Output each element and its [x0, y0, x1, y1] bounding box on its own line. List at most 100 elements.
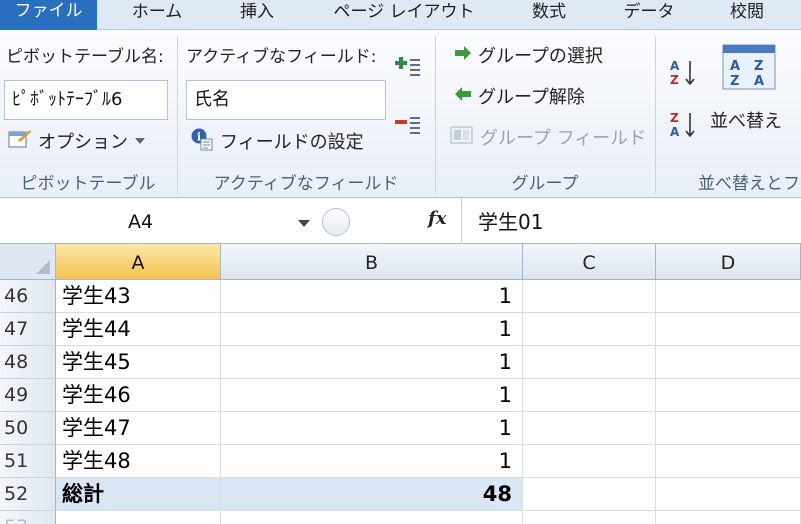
select-all-triangle-icon — [36, 260, 50, 274]
field-settings-label: フィールドの設定 — [220, 132, 364, 153]
tab-data[interactable]: データ — [621, 0, 677, 30]
row-header[interactable]: 48 — [0, 346, 56, 379]
svg-text:A: A — [670, 59, 680, 73]
collapse-field-button[interactable] — [392, 114, 422, 136]
ribbon: ピボットテーブル名: ﾋﾟﾎﾞｯﾄﾃｰﾌﾞﾙ6 オプション ピボットテーブル ア… — [0, 30, 801, 198]
group-field-button[interactable]: グループ フィールド — [450, 122, 646, 152]
row-header[interactable]: 51 — [0, 445, 56, 478]
cell-d[interactable] — [656, 478, 801, 511]
field-settings-icon: i — [190, 127, 214, 156]
expand-field-icon — [395, 57, 420, 76]
cell-a[interactable]: 学生43 — [56, 280, 221, 313]
pivottable-group-label: ピボットテーブル — [20, 174, 156, 194]
row-header[interactable]: 53 — [0, 511, 56, 524]
row-header[interactable]: 46 — [0, 280, 56, 313]
svg-text:A: A — [670, 125, 680, 139]
cell-c[interactable] — [523, 280, 656, 313]
group-selection-button[interactable]: グループの選択 — [454, 40, 603, 70]
formula-bar-resize-handle[interactable] — [322, 208, 350, 236]
cell-d[interactable] — [656, 379, 801, 412]
sort-ascending-button[interactable]: AZ — [668, 58, 700, 88]
row-header[interactable]: 50 — [0, 412, 56, 445]
sort-dialog-icon: AZZA — [722, 44, 776, 90]
cell-b[interactable]: 1 — [221, 445, 523, 478]
cell-b[interactable]: 1 — [221, 412, 523, 445]
sort-za-icon: ZA — [670, 111, 695, 139]
column-header-d[interactable]: D — [656, 244, 801, 280]
field-settings-button[interactable]: i フィールドの設定 — [190, 126, 364, 156]
cell-d[interactable] — [656, 445, 801, 478]
formula-input[interactable]: 学生01 — [478, 198, 543, 246]
cell-c[interactable] — [523, 445, 656, 478]
sort-dialog-button[interactable]: AZZA — [722, 44, 776, 90]
options-label: オプション — [38, 132, 128, 153]
pivottable-name-label: ピボットテーブル名: — [6, 47, 164, 67]
tab-insert[interactable]: 挿入 — [234, 0, 280, 30]
tab-formulas[interactable]: 数式 — [526, 0, 572, 30]
expand-field-button[interactable] — [392, 56, 422, 78]
group-group-label: グループ — [511, 174, 579, 194]
cell-b[interactable]: 1 — [221, 280, 523, 313]
cell-a[interactable]: 学生45 — [56, 346, 221, 379]
active-field-input[interactable]: 氏名 — [186, 80, 386, 120]
cell-c[interactable] — [523, 511, 656, 524]
pivottable-name-input[interactable]: ﾋﾟﾎﾞｯﾄﾃｰﾌﾞﾙ6 — [4, 80, 168, 120]
cell-d[interactable] — [656, 280, 801, 313]
cell-b[interactable]: 1 — [221, 313, 523, 346]
column-header-a[interactable]: A — [56, 244, 221, 280]
cell-a[interactable]: 学生44 — [56, 313, 221, 346]
cell-c[interactable] — [523, 412, 656, 445]
active-field-label: アクティブなフィールド: — [186, 47, 377, 67]
cell-a[interactable]: 学生46 — [56, 379, 221, 412]
ribbon-tab-bar: ファイル ホーム 挿入 ページ レイアウト 数式 データ 校閲 — [0, 0, 801, 30]
svg-text:Z: Z — [670, 111, 679, 125]
collapse-field-icon — [395, 117, 420, 134]
svg-text:A: A — [730, 59, 740, 74]
sort-label: 並べ替え — [710, 111, 782, 132]
grand-total-label[interactable]: 総計 — [56, 478, 221, 511]
pivottable-group: ピボットテーブル名: ﾋﾟﾎﾞｯﾄﾃｰﾌﾞﾙ6 オプション ピボットテーブル — [0, 30, 176, 198]
formula-bar-divider — [461, 198, 462, 244]
cell-c[interactable] — [523, 379, 656, 412]
row-header[interactable]: 49 — [0, 379, 56, 412]
svg-text:Z: Z — [670, 73, 679, 87]
arrow-left-icon — [454, 86, 472, 107]
cell-b[interactable]: 1 — [221, 346, 523, 379]
cell-c[interactable] — [523, 313, 656, 346]
column-header-b[interactable]: B — [221, 244, 523, 280]
name-box[interactable]: A4 — [0, 198, 320, 244]
svg-text:Z: Z — [754, 59, 763, 74]
cell-b[interactable] — [221, 511, 523, 524]
cell-c[interactable] — [523, 478, 656, 511]
ungroup-button[interactable]: グループ解除 — [454, 81, 585, 111]
insert-function-button[interactable]: fx — [428, 204, 446, 234]
column-header-c[interactable]: C — [523, 244, 656, 280]
group-field-label: グループ フィールド — [480, 128, 647, 149]
chevron-down-icon[interactable] — [298, 220, 310, 227]
name-box-value: A4 — [128, 211, 154, 233]
options-button[interactable]: オプション — [8, 126, 145, 156]
sort-button[interactable]: 並べ替え — [710, 105, 782, 135]
cell-a[interactable]: 学生48 — [56, 445, 221, 478]
cell-a[interactable] — [56, 511, 221, 524]
tab-file[interactable]: ファイル — [0, 0, 97, 30]
grand-total-value[interactable]: 48 — [221, 478, 523, 511]
cell-d[interactable] — [656, 412, 801, 445]
cell-b[interactable]: 1 — [221, 379, 523, 412]
cell-d[interactable] — [656, 511, 801, 524]
cell-c[interactable] — [523, 346, 656, 379]
cell-d[interactable] — [656, 313, 801, 346]
row-header[interactable]: 47 — [0, 313, 56, 346]
tab-home[interactable]: ホーム — [128, 0, 186, 30]
row-header[interactable]: 52 — [0, 478, 56, 511]
group-group: グループの選択 グループ解除 グループ フィールド グループ — [436, 30, 654, 198]
cell-d[interactable] — [656, 346, 801, 379]
ungroup-label: グループ解除 — [478, 87, 585, 108]
sort-descending-button[interactable]: ZA — [668, 110, 700, 140]
select-all-button[interactable] — [0, 244, 56, 280]
cell-a[interactable]: 学生47 — [56, 412, 221, 445]
tab-review[interactable]: 校閲 — [724, 0, 770, 30]
sort-az-icon: AZ — [670, 59, 695, 87]
options-icon — [8, 128, 32, 155]
tab-page-layout[interactable]: ページ レイアウト — [330, 0, 478, 30]
